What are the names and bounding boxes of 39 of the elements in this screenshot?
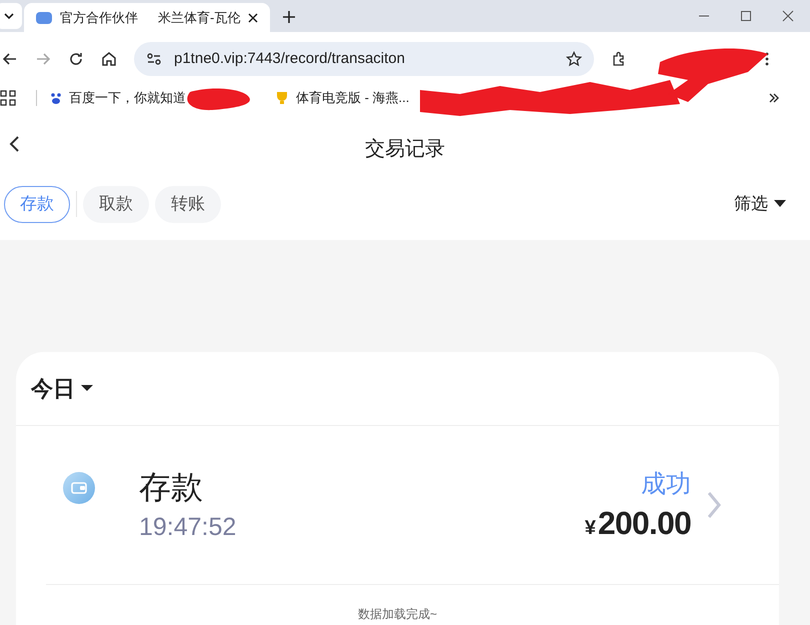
filter-tab[interactable]: 取款 [83,186,149,222]
tab-title: 官方合作伙伴 [60,8,138,27]
date-dropdown[interactable]: 今日 [31,372,93,405]
filter-button[interactable]: 筛选 [734,191,786,217]
bookmark-link[interactable]: 百度一下，你就知道 [49,88,186,108]
apps-icon[interactable] [0,90,16,106]
transaction-status: 成功 [641,469,691,500]
redaction-scribble [187,88,250,110]
transaction-time: 19:47:52 [139,512,236,543]
new-tab-icon[interactable] [282,10,296,24]
load-complete-text: 数据加载完成~ [356,606,438,623]
paw-icon [49,91,63,105]
close-icon[interactable] [248,12,258,22]
back-icon[interactable] [2,51,18,67]
caret-down-icon [774,200,786,208]
tab-list-button[interactable] [0,3,22,29]
filter-tab[interactable]: 转账 [155,186,221,222]
filter-tab[interactable]: 存款 [4,186,70,222]
home-icon[interactable] [101,51,117,67]
site-settings-icon[interactable] [146,52,162,66]
tab-title[interactable]: 米兰体育-瓦伦 [158,8,240,28]
trophy-icon [274,91,290,105]
maximize-icon[interactable] [740,10,752,22]
more-bookmarks-icon[interactable] [768,92,780,104]
transaction-row[interactable]: 存款 19:47:52 成功 ¥200.00 [46,426,779,585]
wallet-icon [63,472,95,504]
transaction-type: 存款 [139,468,204,507]
bookmark-link[interactable]: 体育电竞版 - 海燕... [274,88,410,108]
site-icon [36,12,52,24]
page-title: 交易记录 [365,137,445,162]
browser-tab[interactable]: 官方合作伙伴 米兰体育-瓦伦 [24,3,270,32]
address-bar[interactable]: p1tne0.vip:7443/record/transaciton [134,42,594,76]
transaction-amount: ¥200.00 [584,504,691,543]
back-icon[interactable] [8,135,20,153]
caret-down-icon [81,385,93,392]
reload-icon[interactable] [68,51,84,67]
url-text: p1tne0.vip:7443/record/transaciton [174,48,405,69]
bookmark-star-icon[interactable] [566,51,582,67]
chevron-right-icon [707,491,721,519]
